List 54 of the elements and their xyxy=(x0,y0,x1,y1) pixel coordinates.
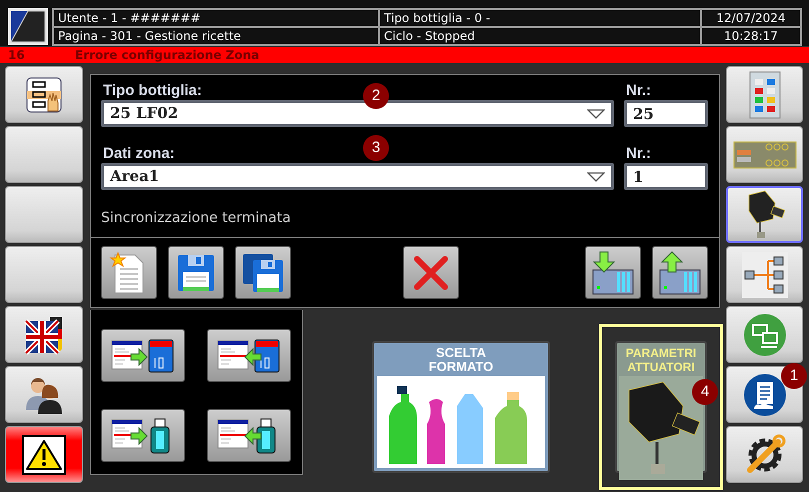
control-panel-icon xyxy=(748,70,782,118)
status-text: Sincronizzazione terminata xyxy=(101,210,292,226)
monitors-icon xyxy=(742,312,786,356)
users-icon xyxy=(24,376,64,414)
page-info: Pagina - 301 - Gestione ricette xyxy=(53,27,379,45)
flowchart-hand-icon xyxy=(26,76,62,112)
bottle-type-info: Tipo bottiglia - 0 - xyxy=(379,9,701,27)
document-icon xyxy=(742,372,786,416)
dropdown-field[interactable]: 25 LF02 xyxy=(101,100,614,127)
step-badge: 2 xyxy=(363,83,389,109)
field-label: Tipo bottiglia: xyxy=(103,81,202,100)
download-icon xyxy=(591,250,635,296)
date-text: 12/07/2024 xyxy=(701,9,801,27)
warning-icon xyxy=(22,434,66,474)
nav-button[interactable] xyxy=(5,366,83,423)
toolbar-button[interactable] xyxy=(235,246,291,299)
sd-card-transfer-icon xyxy=(111,338,175,374)
field-label: Nr.: xyxy=(626,81,652,100)
step-badge: 4 xyxy=(692,379,718,405)
floppy-disks-icon xyxy=(241,252,285,294)
field-label: Dati zona: xyxy=(103,144,175,163)
toolbar-button[interactable] xyxy=(168,246,224,299)
cross-icon xyxy=(413,254,449,290)
alarm-message: Errore configurazione Zona xyxy=(75,47,260,63)
transfer-button[interactable] xyxy=(207,409,291,462)
step-badge: 3 xyxy=(363,135,389,161)
flag-icon xyxy=(24,314,64,354)
dropdown-field[interactable]: Area1 xyxy=(101,163,614,190)
toolbar-button[interactable] xyxy=(403,246,459,299)
nav-button[interactable] xyxy=(726,186,803,243)
toolbar-button[interactable] xyxy=(101,246,157,299)
toolbar-button[interactable] xyxy=(585,246,641,299)
toolbar-button[interactable] xyxy=(652,246,708,299)
transfer-button[interactable] xyxy=(207,329,291,382)
user-info: Utente - 1 - ####### xyxy=(53,9,379,27)
transfer-button[interactable] xyxy=(101,409,185,462)
step-badge: 1 xyxy=(781,363,807,389)
cycle-status: Ciclo - Stopped xyxy=(379,27,701,45)
caret-icon xyxy=(587,172,605,182)
nav-button[interactable] xyxy=(5,66,83,123)
nav-button[interactable] xyxy=(5,306,83,363)
caret-icon xyxy=(587,108,605,118)
logo-icon xyxy=(8,8,48,45)
upload-icon xyxy=(658,250,702,296)
field-label: Nr.: xyxy=(626,144,652,163)
transfer-button[interactable] xyxy=(101,329,185,382)
alarm-code: 16 xyxy=(8,47,26,63)
number-field[interactable]: 25 xyxy=(624,100,708,127)
nav-button[interactable] xyxy=(5,426,83,483)
nav-button[interactable] xyxy=(726,426,803,483)
number-field[interactable]: 1 xyxy=(624,163,708,190)
nav-button[interactable] xyxy=(726,246,803,303)
time-text: 10:28:17 xyxy=(701,27,801,45)
sd-card-transfer-icon xyxy=(217,338,281,374)
